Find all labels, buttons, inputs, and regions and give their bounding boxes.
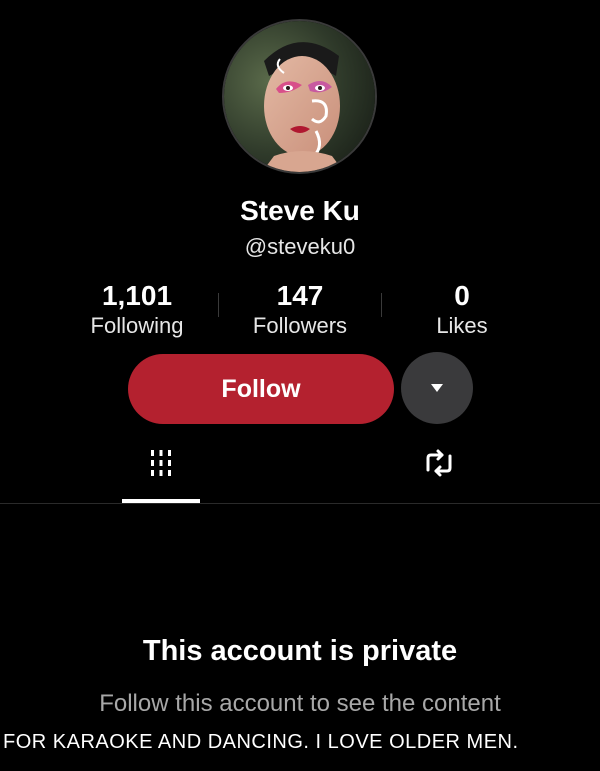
- followers-label: Followers: [252, 313, 348, 338]
- caption-text: FOR KARAOKE AND DANCING. I LOVE OLDER ME…: [3, 731, 519, 753]
- display-name: Steve Ku: [240, 195, 360, 226]
- tab-videos[interactable]: [122, 448, 200, 504]
- follow-button[interactable]: Follow: [128, 354, 394, 424]
- caret-down-icon: [431, 384, 443, 392]
- repost-icon: [426, 449, 452, 477]
- followers-count: 147: [276, 280, 324, 311]
- stat-divider: [218, 293, 219, 317]
- profile-photo: [224, 21, 375, 172]
- tab-divider: [0, 503, 600, 504]
- likes-stat[interactable]: 0 Likes: [387, 280, 537, 340]
- following-stat[interactable]: 1,101 Following: [62, 280, 212, 340]
- following-count: 1,101: [101, 280, 173, 311]
- followers-stat[interactable]: 147 Followers: [225, 280, 375, 340]
- following-label: Following: [90, 313, 184, 338]
- likes-count: 0: [454, 280, 470, 311]
- tab-reposts[interactable]: [400, 448, 478, 504]
- grid-icon: [151, 450, 171, 476]
- avatar[interactable]: [222, 19, 377, 174]
- private-account-subtitle: Follow this account to see the content: [99, 690, 501, 717]
- username-handle: @steveku0: [244, 234, 356, 259]
- stat-divider: [381, 293, 382, 317]
- likes-label: Likes: [436, 313, 488, 338]
- private-account-title: This account is private: [142, 635, 458, 667]
- more-options-button[interactable]: [401, 352, 473, 424]
